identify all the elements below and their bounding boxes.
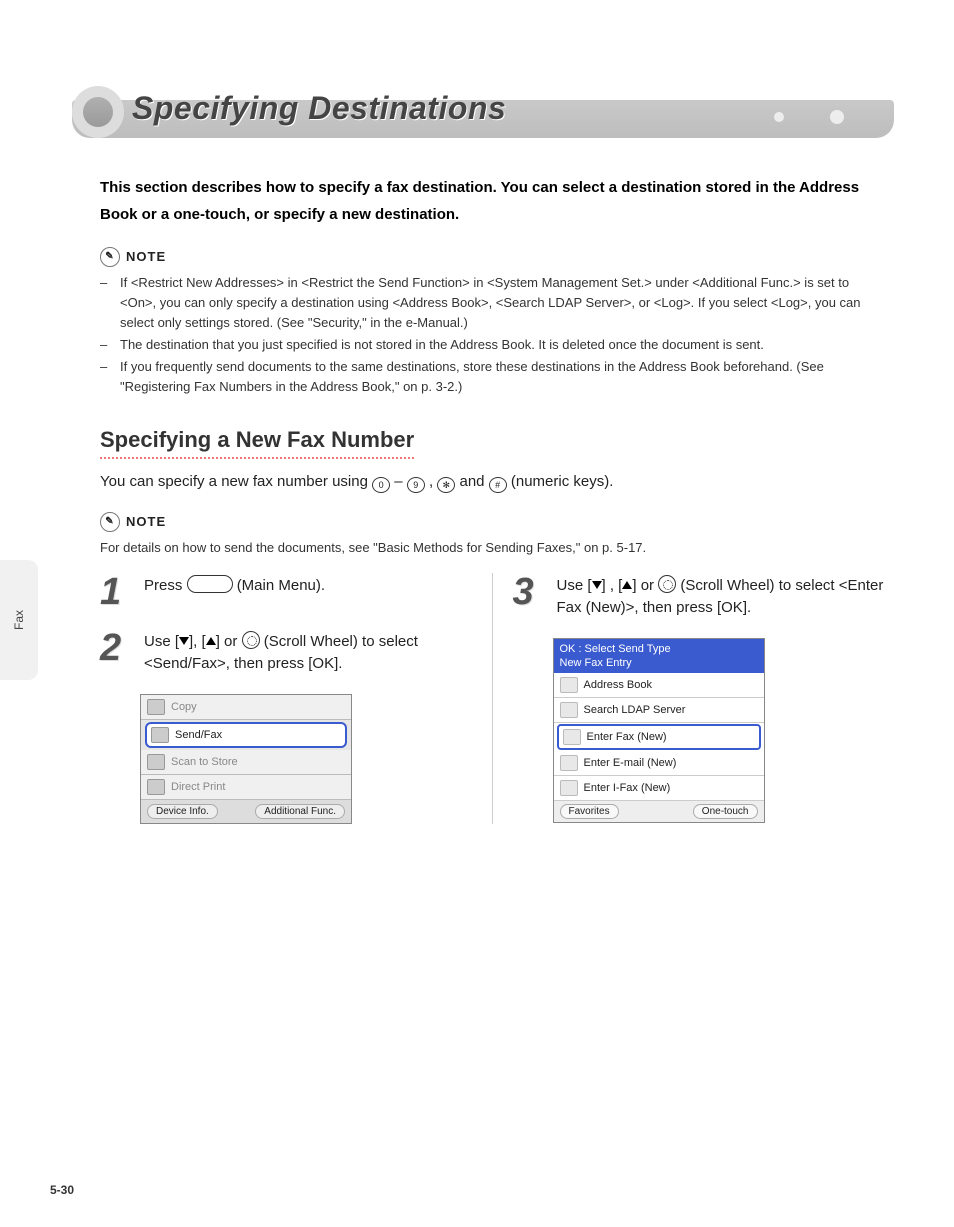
arrow-up-icon — [206, 637, 216, 645]
footer-button: One-touch — [693, 804, 758, 819]
footer-button: Additional Func. — [255, 804, 345, 819]
scroll-wheel-icon — [242, 631, 260, 649]
direct-print-icon — [147, 779, 165, 795]
note-item: –The destination that you just specified… — [100, 335, 884, 355]
step-number: 2 — [100, 629, 130, 676]
note-block-1: ✎ NOTE –If <Restrict New Addresses> in <… — [100, 246, 884, 397]
ifax-new-icon — [560, 780, 578, 796]
note-item: –If <Restrict New Addresses> in <Restric… — [100, 273, 884, 333]
banner-bullet-icon — [72, 86, 124, 138]
pencil-icon: ✎ — [100, 247, 120, 267]
scan-store-icon — [147, 754, 165, 770]
page-banner: Specifying Destinations — [72, 80, 894, 144]
note-text: For details on how to send the documents… — [100, 540, 884, 555]
footer-button: Device Info. — [147, 804, 218, 819]
address-book-icon — [560, 677, 578, 693]
menu-row: Direct Print — [141, 775, 351, 800]
section-intro: You can specify a new fax number using 0… — [100, 473, 884, 493]
note-block-2: ✎ NOTE For details on how to send the do… — [100, 511, 884, 555]
note-label: ✎ NOTE — [100, 512, 166, 532]
side-tab: Fax — [0, 560, 38, 680]
step-text: Use [] , [] or (Scroll Wheel) to select … — [557, 573, 885, 620]
scroll-wheel-icon — [658, 575, 676, 593]
page-number: 5-30 — [50, 1183, 74, 1197]
arrow-down-icon — [592, 581, 602, 589]
intro-text: This section describes how to specify a … — [100, 174, 884, 228]
pencil-icon: ✎ — [100, 512, 120, 532]
screen-header: OK : Select Send Type New Fax Entry — [554, 639, 764, 674]
list-row: Search LDAP Server — [554, 698, 764, 723]
list-row-selected: Enter Fax (New) — [557, 724, 761, 750]
step-number: 3 — [513, 573, 543, 620]
numeric-key-star-icon: ✻ — [437, 477, 455, 493]
banner-dot-icon — [774, 112, 784, 122]
step-2: 2 Use [], [] or (Scroll Wheel) to select… — [100, 629, 472, 676]
note-label-text: NOTE — [126, 249, 166, 264]
menu-footer: Device Info. Additional Func. — [141, 800, 351, 823]
send-fax-icon — [151, 727, 169, 743]
numeric-key-0-icon: 0 — [372, 477, 390, 493]
menu-row: Scan to Store — [141, 750, 351, 775]
step-3: 3 Use [] , [] or (Scroll Wheel) to selec… — [513, 573, 885, 620]
screen-footer: Favorites One-touch — [554, 801, 764, 822]
list-row: Enter I-Fax (New) — [554, 776, 764, 801]
arrow-down-icon — [179, 637, 189, 645]
menu-row: Copy — [141, 695, 351, 720]
step-text: Press (Main Menu). — [144, 573, 325, 611]
fax-new-icon — [563, 729, 581, 745]
banner-dot-icon — [830, 110, 844, 124]
step-1: 1 Press (Main Menu). — [100, 573, 472, 611]
footer-button: Favorites — [560, 804, 619, 819]
note-label-text: NOTE — [126, 514, 166, 529]
step-text: Use [], [] or (Scroll Wheel) to select <… — [144, 629, 472, 676]
device-screen-main-menu: Copy Send/Fax Scan to Store Direct Print… — [140, 694, 352, 824]
device-screen-send-type: OK : Select Send Type New Fax Entry Addr… — [553, 638, 765, 824]
ldap-icon — [560, 702, 578, 718]
main-menu-key-icon — [187, 575, 233, 593]
list-row: Enter E-mail (New) — [554, 751, 764, 776]
note-item: –If you frequently send documents to the… — [100, 357, 884, 397]
numeric-key-hash-icon: # — [489, 477, 507, 493]
numeric-key-9-icon: 9 — [407, 477, 425, 493]
menu-row-selected: Send/Fax — [145, 722, 347, 748]
step-number: 1 — [100, 573, 130, 611]
arrow-up-icon — [622, 581, 632, 589]
side-tab-label: Fax — [12, 610, 26, 630]
list-row: Address Book — [554, 673, 764, 698]
section-heading: Specifying a New Fax Number — [100, 427, 414, 459]
note-label: ✎ NOTE — [100, 247, 166, 267]
email-new-icon — [560, 755, 578, 771]
copy-icon — [147, 699, 165, 715]
page-title: Specifying Destinations — [132, 90, 506, 127]
